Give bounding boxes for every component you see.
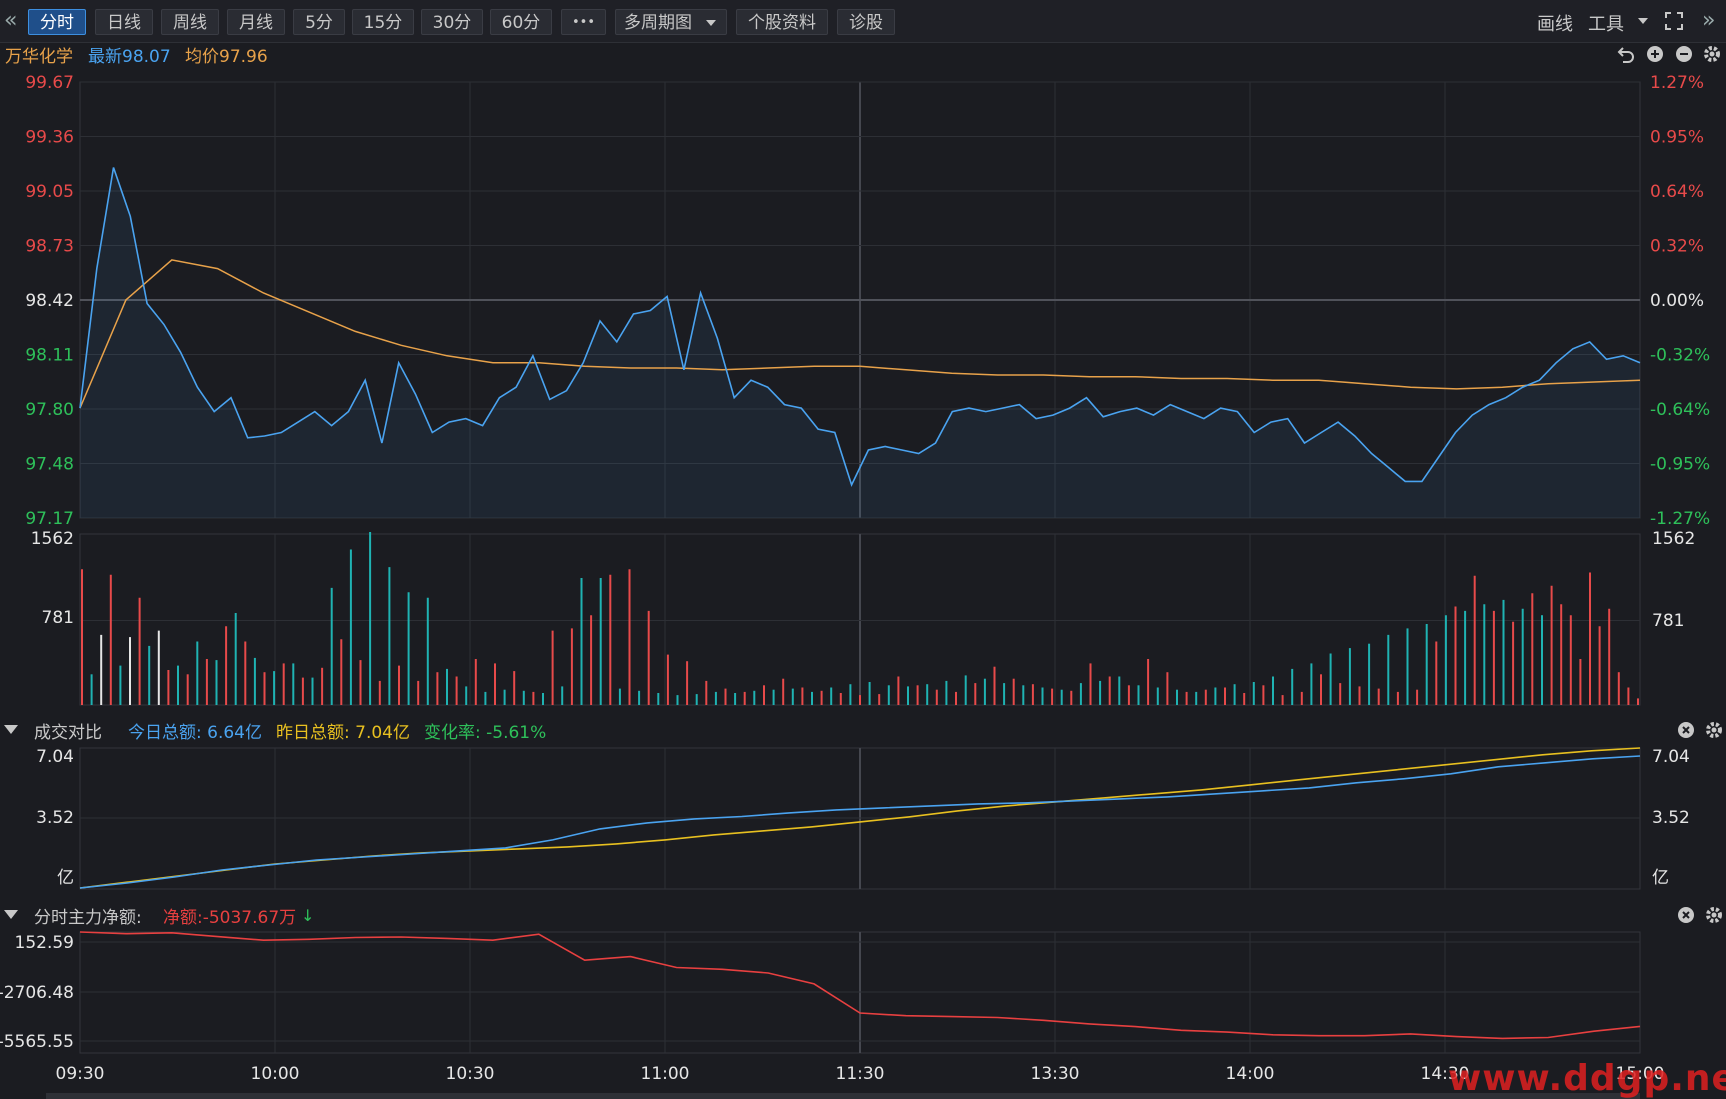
price-tick-left: 99.05 xyxy=(25,182,74,202)
compare-tick-right: 亿 xyxy=(1652,868,1669,888)
volume-tick-left: 781 xyxy=(42,608,74,628)
volume-tick-right: 781 xyxy=(1652,611,1684,631)
price-tick-left: 99.36 xyxy=(25,128,74,148)
percent-tick-right: -0.64% xyxy=(1650,400,1710,420)
percent-tick-right: -0.95% xyxy=(1650,455,1710,475)
time-tick: 11:00 xyxy=(641,1064,690,1084)
price-tick-left: 98.11 xyxy=(25,346,74,366)
time-tick: 09:30 xyxy=(56,1064,105,1084)
time-tick: 11:30 xyxy=(836,1064,885,1084)
percent-tick-right: 0.32% xyxy=(1650,237,1704,257)
compare-tick-right: 3.52 xyxy=(1652,808,1690,828)
price-tick-left: 97.80 xyxy=(25,400,74,420)
chart-canvas: 99.67 1.27% 99.36 0.95% 99.05 0.64% 98.73 0.32%… xyxy=(0,73,1710,1099)
time-tick: 14:00 xyxy=(1226,1064,1275,1084)
time-tick: 10:30 xyxy=(446,1064,495,1084)
compare-tick-left: 3.52 xyxy=(36,808,74,828)
volume-tick-left: 1562 xyxy=(31,529,74,549)
time-tick: 13:30 xyxy=(1031,1064,1080,1084)
site-watermark: www.ddgp.net xyxy=(1448,1058,1726,1099)
time-scrollbar xyxy=(46,1093,1640,1099)
flow-tick-left: 152.59 xyxy=(15,933,74,953)
flow-tick-left: -2706.48 xyxy=(0,983,74,1003)
time-tick: 10:00 xyxy=(251,1064,300,1084)
compare-tick-left: 亿 xyxy=(57,868,74,888)
percent-tick-right: -1.27% xyxy=(1650,509,1710,529)
percent-tick-right: -0.32% xyxy=(1650,346,1710,366)
volume-tick-right: 1562 xyxy=(1652,529,1695,549)
percent-tick-right: 0.00% xyxy=(1650,291,1704,311)
percent-tick-right: 1.27% xyxy=(1650,73,1704,93)
price-tick-left: 97.48 xyxy=(25,455,74,475)
price-tick-left: 97.17 xyxy=(25,509,74,529)
price-tick-left: 98.73 xyxy=(25,237,74,257)
price-tick-left: 99.67 xyxy=(25,73,74,93)
percent-tick-right: 0.64% xyxy=(1650,182,1704,202)
price-tick-left: 98.42 xyxy=(25,291,74,311)
compare-tick-right: 7.04 xyxy=(1652,747,1690,767)
compare-tick-left: 7.04 xyxy=(36,747,74,767)
flow-tick-left: -5565.55 xyxy=(0,1032,74,1052)
percent-tick-right: 0.95% xyxy=(1650,128,1704,148)
